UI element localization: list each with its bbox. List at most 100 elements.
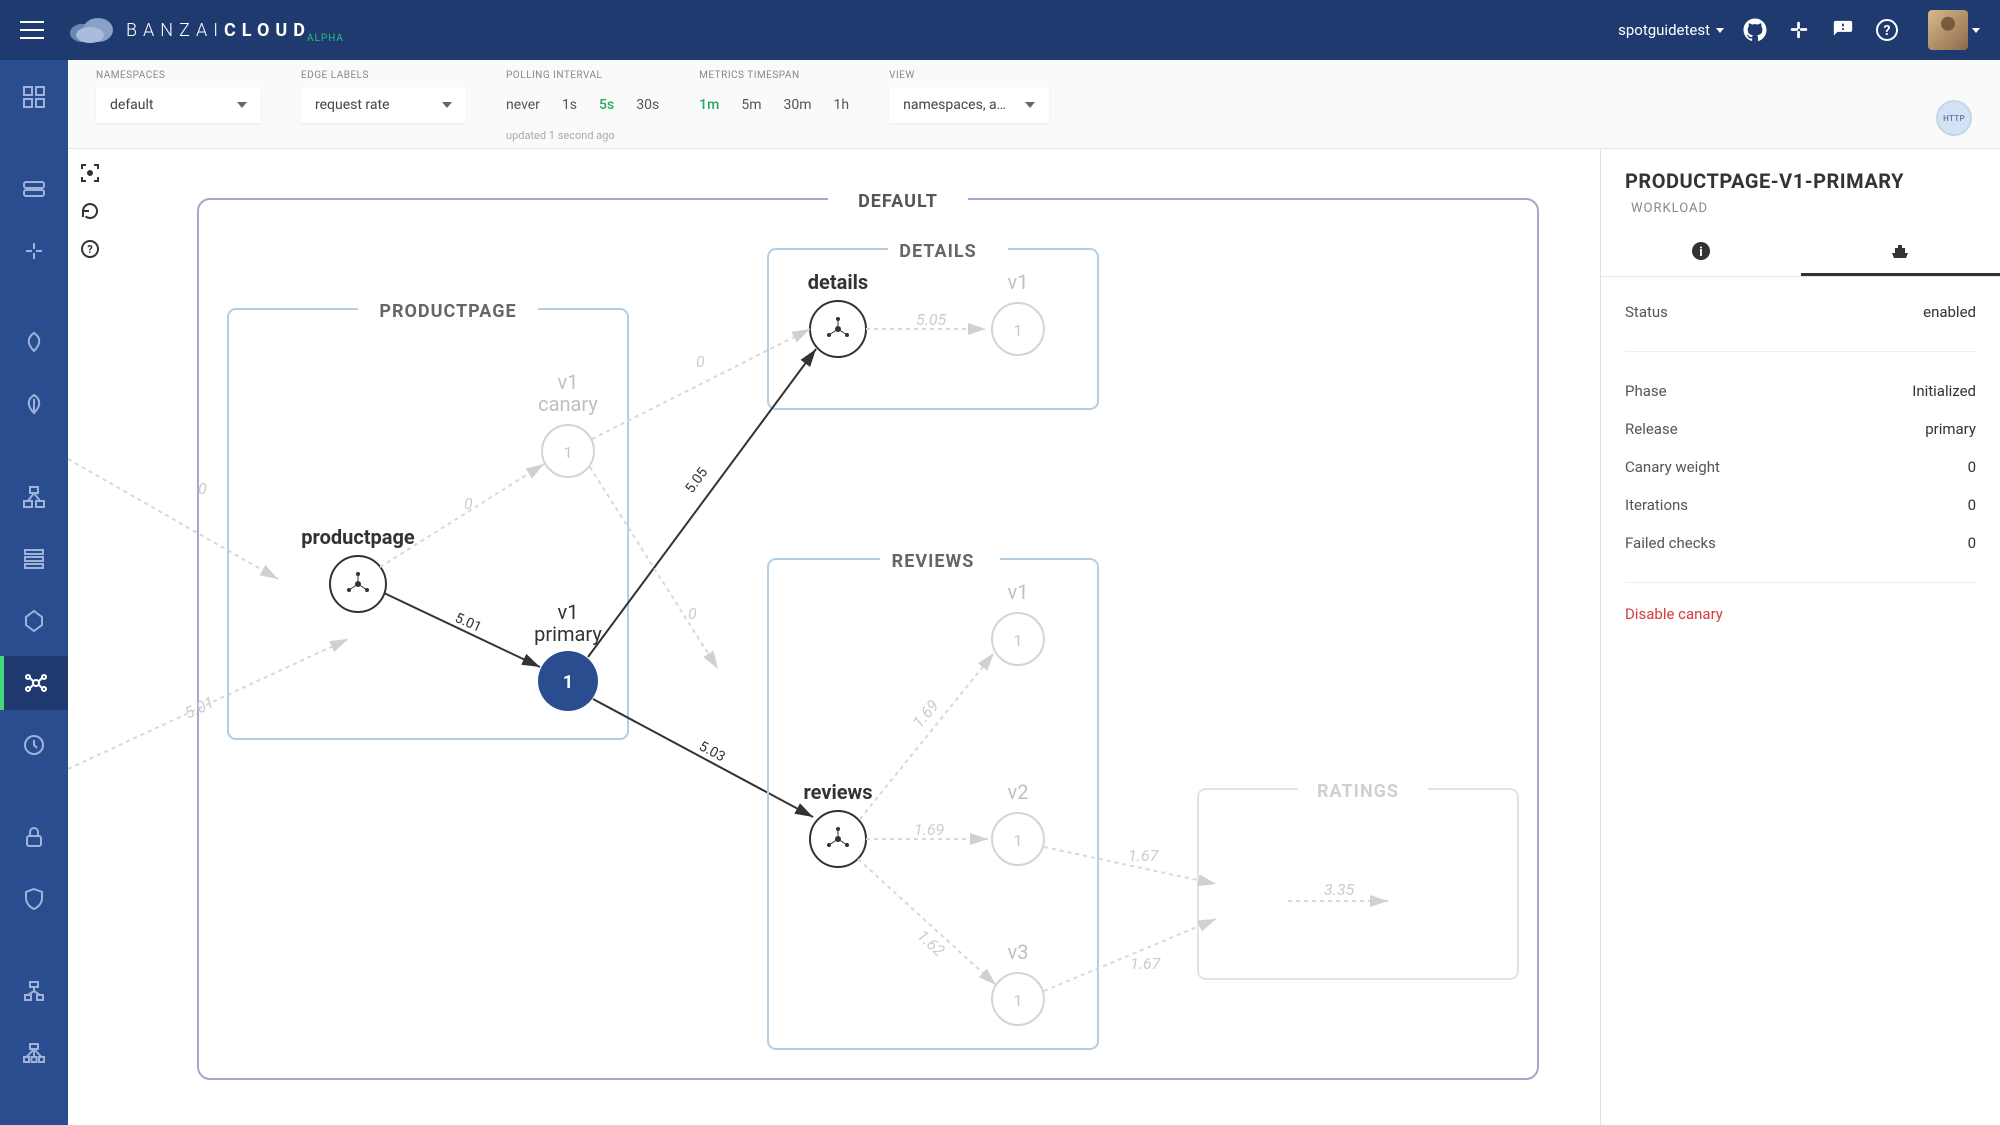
nav-servers-icon[interactable] [0, 532, 68, 586]
svg-text:?: ? [1884, 23, 1891, 39]
svg-text:productpage: productpage [301, 525, 415, 549]
brand-logo[interactable]: BANZAICLOUD ALPHA [68, 17, 344, 44]
svg-text:1: 1 [564, 443, 573, 462]
panel-title: PRODUCTPAGE-V1-PRIMARY WORKLOAD [1601, 149, 2000, 229]
option-30s[interactable]: 30s [636, 97, 659, 113]
svg-text:reviews: reviews [804, 780, 873, 804]
option-1m[interactable]: 1m [699, 97, 719, 113]
canary-weight-row: Canary weight0 [1625, 448, 1976, 486]
tab-canary[interactable] [1801, 229, 2000, 276]
help-icon[interactable]: ? [1874, 17, 1900, 43]
option-1h[interactable]: 1h [834, 97, 850, 113]
namespaces-dropdown[interactable]: default [96, 87, 261, 123]
namespaces-value: default [110, 97, 154, 113]
svg-text:0: 0 [198, 479, 207, 498]
timespan-options: 1m 5m 30m 1h [699, 87, 849, 123]
ship-icon [1889, 241, 1911, 261]
svg-text:5.05: 5.05 [916, 310, 947, 329]
avatar-menu[interactable] [1918, 10, 1980, 50]
svg-text:0: 0 [696, 352, 705, 371]
nav-shield-icon[interactable] [0, 872, 68, 926]
svg-text:1.67: 1.67 [1130, 954, 1162, 973]
svg-text:0: 0 [688, 604, 697, 623]
svg-text:5.01: 5.01 [182, 693, 217, 723]
cloud-icon [68, 17, 116, 43]
group-default-title: DEFAULT [858, 191, 938, 212]
svg-text:v1: v1 [558, 600, 579, 624]
polling-options: never 1s 5s 30s [506, 87, 659, 123]
svg-text:1.67: 1.67 [1128, 846, 1160, 865]
info-icon: i [1691, 241, 1711, 261]
user-selector[interactable]: spotguidetest [1618, 21, 1724, 39]
http-badge[interactable]: HTTP [1936, 100, 1972, 136]
svg-text:RATINGS: RATINGS [1317, 781, 1399, 802]
svg-text:primary: primary [534, 622, 602, 646]
disable-canary-button[interactable]: Disable canary [1601, 587, 2000, 641]
svg-text:0: 0 [464, 494, 473, 513]
svg-text:v1: v1 [1008, 580, 1029, 604]
nav-leaf2-icon[interactable] [0, 378, 68, 432]
phase-row: PhaseInitialized [1625, 372, 1976, 410]
graph-canvas[interactable]: ? DEFAULT 5.01 0 [68, 149, 1600, 1125]
avatar-image [1928, 10, 1968, 50]
nav-deploy-icon[interactable] [0, 594, 68, 648]
option-5s[interactable]: 5s [599, 97, 614, 113]
chevron-down-icon [237, 102, 247, 108]
view-label: VIEW [889, 70, 1049, 81]
tab-info[interactable]: i [1601, 229, 1801, 276]
svg-text:5.03: 5.03 [696, 738, 728, 765]
left-nav [0, 60, 68, 1125]
updated-text: updated 1 second ago [506, 129, 659, 142]
option-30m[interactable]: 30m [783, 97, 811, 113]
brand-text: BANZAICLOUD [126, 20, 311, 41]
nav-net2-icon[interactable] [0, 1026, 68, 1080]
svg-text:1: 1 [1014, 321, 1023, 340]
iterations-row: Iterations0 [1625, 486, 1976, 524]
chevron-down-icon [1716, 28, 1724, 33]
failed-checks-row: Failed checks0 [1625, 524, 1976, 562]
svg-text:1: 1 [1014, 631, 1023, 650]
svg-text:details: details [808, 270, 868, 294]
nav-storage-icon[interactable] [0, 162, 68, 216]
nav-net1-icon[interactable] [0, 964, 68, 1018]
nav-topology-icon[interactable] [0, 470, 68, 524]
chevron-down-icon [1025, 102, 1035, 108]
view-dropdown[interactable]: namespaces, apps, ser… [889, 87, 1049, 123]
edge-labels-dropdown[interactable]: request rate [301, 87, 466, 123]
github-icon[interactable] [1742, 17, 1768, 43]
svg-text:v3: v3 [1008, 940, 1029, 964]
slack-icon[interactable] [1786, 17, 1812, 43]
svg-text:1: 1 [1014, 831, 1023, 850]
option-5m[interactable]: 5m [741, 97, 761, 113]
svg-text:1: 1 [563, 672, 573, 693]
edge-labels-value: request rate [315, 97, 390, 113]
svg-text:v1: v1 [1008, 270, 1029, 294]
nav-lock-icon[interactable] [0, 810, 68, 864]
polling-label: POLLING INTERVAL [506, 70, 659, 81]
feedback-icon[interactable] [1830, 17, 1856, 43]
nav-traffic-icon[interactable] [0, 224, 68, 278]
svg-text:3.35: 3.35 [1324, 880, 1355, 899]
nav-history-icon[interactable] [0, 718, 68, 772]
timespan-label: METRICS TIMESPAN [699, 70, 849, 81]
control-bar: NAMESPACES default EDGE LABELS request r… [68, 60, 2000, 149]
alpha-badge: ALPHA [307, 33, 344, 44]
svg-text:DETAILS: DETAILS [899, 241, 976, 262]
details-panel: PRODUCTPAGE-V1-PRIMARY WORKLOAD i Status… [1600, 149, 2000, 1125]
nav-dashboard-icon[interactable] [0, 70, 68, 124]
namespaces-label: NAMESPACES [96, 70, 261, 81]
user-name: spotguidetest [1618, 21, 1710, 39]
option-1s[interactable]: 1s [562, 97, 577, 113]
svg-text:1.62: 1.62 [913, 926, 948, 961]
chevron-down-icon [442, 102, 452, 108]
option-never[interactable]: never [506, 97, 540, 113]
svg-text:1: 1 [1014, 991, 1023, 1010]
nav-mesh-icon[interactable] [0, 656, 68, 710]
status-row: Statusenabled [1625, 293, 1976, 331]
menu-toggle-icon[interactable] [20, 18, 44, 42]
svg-text:PRODUCTPAGE: PRODUCTPAGE [379, 301, 516, 322]
svg-text:5.05: 5.05 [682, 465, 711, 497]
nav-leaf1-icon[interactable] [0, 316, 68, 370]
svg-text:v1: v1 [558, 370, 579, 394]
svg-text:canary: canary [538, 392, 598, 416]
